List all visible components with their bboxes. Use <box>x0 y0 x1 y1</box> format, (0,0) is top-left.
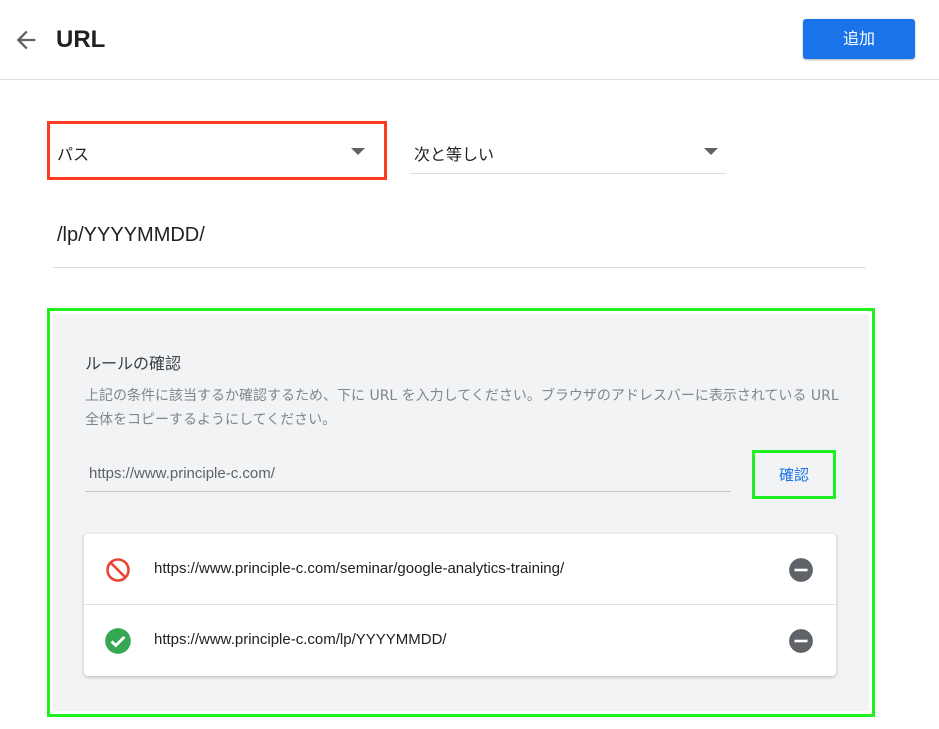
page-title: URL <box>56 26 106 53</box>
arrow-left-icon[interactable] <box>12 26 40 54</box>
operator-value: 次と等しい <box>414 145 495 164</box>
condition-value-text: /lp/YYYYMMDD/ <box>57 224 205 246</box>
highlight-box-red <box>47 121 387 180</box>
operator-select[interactable]: 次と等しい <box>410 128 726 174</box>
highlight-box-green <box>47 308 875 717</box>
highlight-box-green-confirm <box>752 450 836 499</box>
caret-down-icon <box>704 148 718 155</box>
app-header: URL 追加 <box>0 0 939 80</box>
condition-value-field[interactable]: /lp/YYYYMMDD/ <box>53 214 866 268</box>
add-button[interactable]: 追加 <box>803 19 915 59</box>
